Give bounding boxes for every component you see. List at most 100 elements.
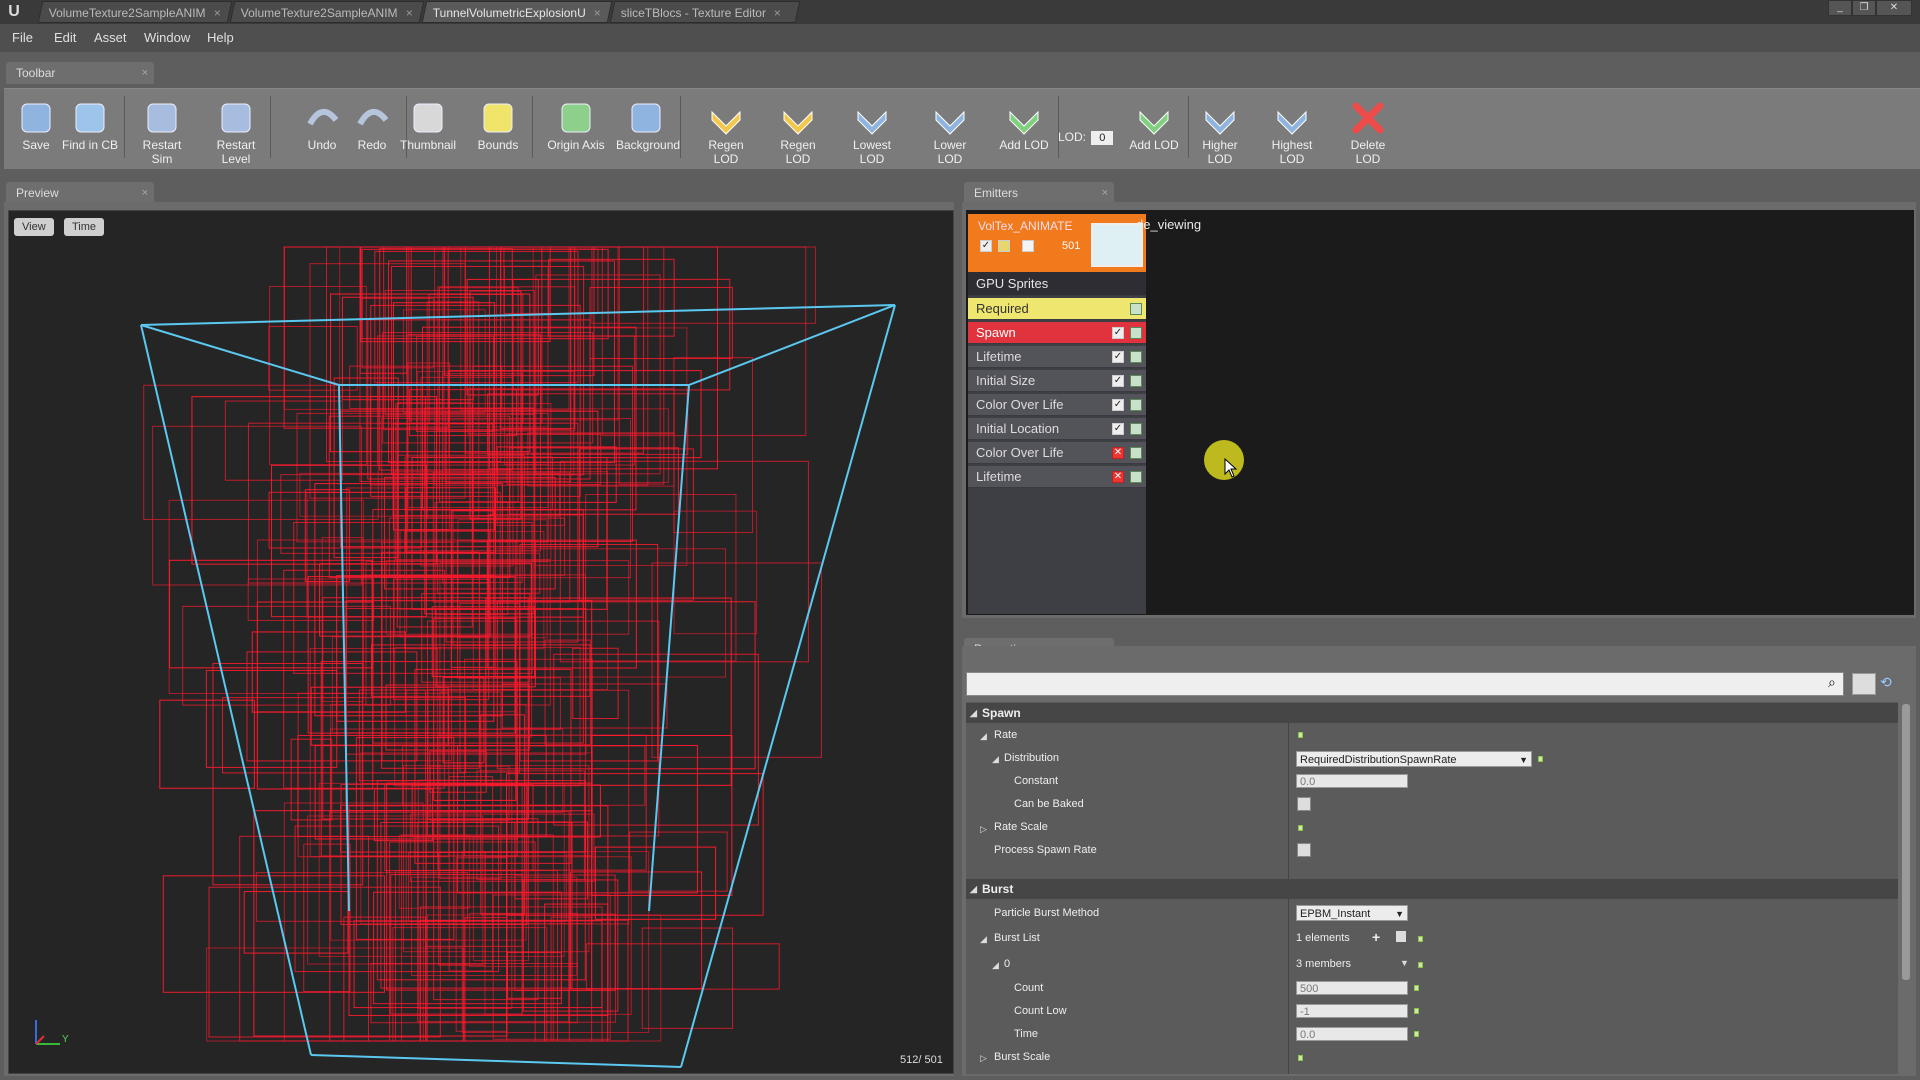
reset-icon[interactable] xyxy=(1298,825,1303,831)
highest-lod-button[interactable]: Highest LOD xyxy=(1262,94,1322,166)
close-icon[interactable]: × xyxy=(214,2,221,24)
expand-distribution-icon[interactable]: ◢ xyxy=(992,754,999,765)
collapse-icon[interactable]: ◢ xyxy=(970,879,977,899)
delete-lod-button[interactable]: Delete LOD xyxy=(1338,94,1398,166)
preview-viewport[interactable] xyxy=(8,210,954,1074)
lower-lod-button[interactable]: Lower LOD xyxy=(920,94,980,166)
reset-icon[interactable] xyxy=(1298,732,1303,738)
lock-icon[interactable]: ⟲ xyxy=(1880,674,1892,691)
count-low-input[interactable]: -1 xyxy=(1296,1004,1408,1018)
burst-method-dropdown[interactable]: EPBM_Instant ▼ xyxy=(1296,905,1408,921)
time-button[interactable]: Time xyxy=(64,218,105,236)
distribution-dropdown[interactable]: RequiredDistributionSpawnRate ▼ xyxy=(1296,751,1532,767)
reset-icon[interactable] xyxy=(1418,936,1423,942)
constant-input[interactable]: 0.0 xyxy=(1296,774,1408,788)
restore-icon[interactable]: ❐ xyxy=(1852,0,1876,16)
reset-icon[interactable] xyxy=(1538,756,1543,762)
reset-icon[interactable] xyxy=(1298,1055,1303,1061)
restart-level-button[interactable]: Restart Level xyxy=(206,94,266,166)
curve-editor-icon[interactable] xyxy=(1130,327,1142,339)
thumbnail-button[interactable]: Thumbnail xyxy=(398,94,458,160)
emitter-enable-checkbox[interactable]: ✓ xyxy=(980,240,992,252)
collapse-icon[interactable]: ◢ xyxy=(970,703,977,723)
menu-asset[interactable]: Asset xyxy=(94,30,127,45)
view-options-button[interactable] xyxy=(1852,673,1876,695)
reset-icon[interactable] xyxy=(1414,1008,1419,1014)
expand-rate-scale-icon[interactable]: ▷ xyxy=(980,824,987,835)
curve-editor-icon[interactable] xyxy=(1130,447,1142,459)
preview-tab[interactable]: Preview × xyxy=(6,182,154,204)
curve-editor-icon[interactable] xyxy=(1130,375,1142,387)
module-row-initial-size[interactable]: Initial Size ✓ xyxy=(968,370,1146,392)
document-tab-2[interactable]: VolumeTexture2SampleANIM × xyxy=(229,1,425,24)
add-lod-button[interactable]: Add LOD xyxy=(994,94,1054,160)
higher-lod-button[interactable]: Higher LOD xyxy=(1190,94,1250,166)
delete-element-icon[interactable] xyxy=(1396,931,1406,942)
module-row-lifetime[interactable]: Lifetime ✕ xyxy=(968,466,1146,488)
close-icon[interactable]: × xyxy=(142,182,148,204)
module-row-spawn[interactable]: Spawn ✓ xyxy=(968,322,1146,344)
type-data-gpu-sprites[interactable]: GPU Sprites xyxy=(968,272,1146,296)
burst-section-header[interactable]: ◢ Burst xyxy=(966,879,1898,899)
time-input[interactable]: 0.0 xyxy=(1296,1027,1408,1041)
bounds-button[interactable]: Bounds xyxy=(468,94,528,160)
expand-burst-scale-icon[interactable]: ▷ xyxy=(980,1053,987,1064)
reset-icon[interactable] xyxy=(1414,1031,1419,1037)
close-icon[interactable]: × xyxy=(1102,182,1108,204)
reset-icon[interactable] xyxy=(1414,985,1419,991)
background-button[interactable]: Background xyxy=(616,94,680,160)
module-enabled-checkbox[interactable]: ✕ xyxy=(1112,447,1124,459)
module-enabled-checkbox[interactable]: ✓ xyxy=(1112,399,1124,411)
close-icon[interactable]: × xyxy=(774,2,781,24)
module-row-color-over-life[interactable]: Color Over Life ✕ xyxy=(968,442,1146,464)
redo-button[interactable]: Redo xyxy=(342,94,402,160)
module-enabled-checkbox[interactable]: ✓ xyxy=(1112,327,1124,339)
curve-editor-icon[interactable] xyxy=(1130,471,1142,483)
module-enabled-checkbox[interactable]: ✕ xyxy=(1112,471,1124,483)
expand-element-icon[interactable]: ◢ xyxy=(992,960,999,971)
menu-help[interactable]: Help xyxy=(207,30,234,45)
lowest-lod-button[interactable]: Lowest LOD xyxy=(842,94,902,166)
emitters-tab[interactable]: Emitters × xyxy=(964,182,1114,204)
properties-search-input[interactable] xyxy=(966,672,1844,696)
menu-window[interactable]: Window xyxy=(144,30,190,45)
curve-editor-icon[interactable] xyxy=(1130,423,1142,435)
module-row-lifetime[interactable]: Lifetime ✓ xyxy=(968,346,1146,368)
document-tab-4[interactable]: sliceTBlocs - Texture Editor × xyxy=(609,1,801,24)
can-be-baked-checkbox[interactable] xyxy=(1297,797,1311,811)
find-in-cb-button[interactable]: Find in CB xyxy=(60,94,120,160)
save-button[interactable]: Save xyxy=(6,94,66,160)
module-enabled-checkbox[interactable]: ✓ xyxy=(1112,351,1124,363)
menu-edit[interactable]: Edit xyxy=(54,30,76,45)
spawn-section-header[interactable]: ◢ Spawn xyxy=(966,703,1898,723)
regen-lod-button[interactable]: Regen LOD xyxy=(696,94,756,166)
curve-editor-icon[interactable] xyxy=(1130,303,1142,315)
view-button[interactable]: View xyxy=(14,218,54,236)
module-row-initial-location[interactable]: Initial Location ✓ xyxy=(968,418,1146,440)
minimize-icon[interactable]: _ xyxy=(1828,0,1852,16)
toolbar-tab[interactable]: Toolbar × xyxy=(6,62,154,84)
add-lod-button[interactable]: Add LOD xyxy=(1124,94,1184,160)
document-tab-3[interactable]: TunnelVolumetricExplosionU × xyxy=(421,1,613,23)
reset-icon[interactable] xyxy=(1418,962,1423,968)
expand-rate-icon[interactable]: ◢ xyxy=(980,731,987,742)
module-enabled-checkbox[interactable]: ✓ xyxy=(1112,375,1124,387)
process-spawn-rate-checkbox[interactable] xyxy=(1297,843,1311,857)
lod-value-input[interactable]: 0 xyxy=(1091,131,1114,145)
close-icon[interactable]: × xyxy=(406,2,413,24)
module-row-color-over-life[interactable]: Color Over Life ✓ xyxy=(968,394,1146,416)
menu-file[interactable]: File xyxy=(12,30,33,45)
expand-burst-list-icon[interactable]: ◢ xyxy=(980,934,987,945)
properties-scrollbar[interactable] xyxy=(1902,704,1910,980)
origin-axis-button[interactable]: Origin Axis xyxy=(546,94,606,160)
module-row-required[interactable]: Required xyxy=(968,298,1146,320)
count-input[interactable]: 500 xyxy=(1296,981,1408,995)
close-icon[interactable]: × xyxy=(142,62,148,84)
add-element-icon[interactable]: + xyxy=(1372,929,1380,945)
document-tab-1[interactable]: VolumeTexture2SampleANIM × xyxy=(37,1,233,24)
emitter-render-mode-checkbox[interactable] xyxy=(1022,240,1034,252)
curve-editor-icon[interactable] xyxy=(1130,399,1142,411)
close-window-icon[interactable]: ✕ xyxy=(1876,0,1912,16)
emitter-solo-checkbox[interactable] xyxy=(998,240,1010,252)
chevron-down-icon[interactable]: ▼ xyxy=(1400,958,1409,968)
